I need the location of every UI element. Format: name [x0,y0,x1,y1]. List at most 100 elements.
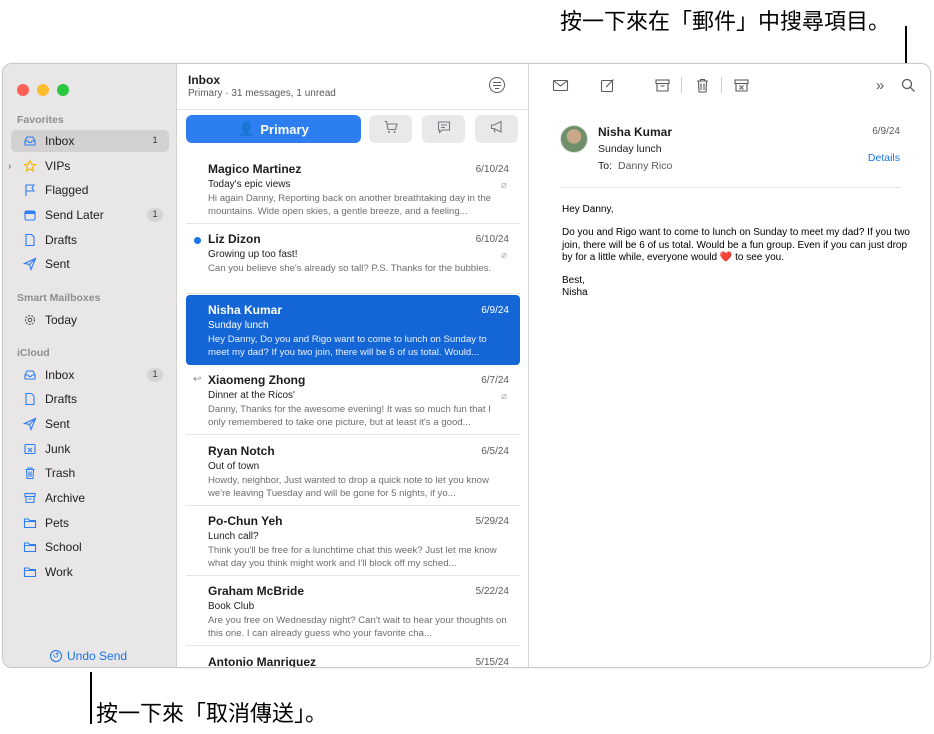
message-row[interactable]: ↩ Xiaomeng Zhong 6/7/24 Dinner at the Ri… [186,365,520,435]
sidebar-item-icloud-inbox[interactable]: Inbox 1 [11,364,169,386]
message-row[interactable]: Antonio Manriquez 5/15/24 [186,647,520,667]
chevron-right-icon[interactable]: › [8,161,11,172]
sidebar-item-icloud-drafts[interactable]: Drafts [11,388,169,410]
message-row[interactable]: Graham McBride 5/22/24 Book Club Are you… [186,576,520,646]
sidebar-item-icloud-archive[interactable]: Archive [11,487,169,509]
sidebar-item-sent[interactable]: Sent [11,253,169,275]
sidebar-item-label: School [45,540,82,554]
body-greeting: Hey Danny, [562,204,614,215]
signature-text: Nisha [562,287,588,299]
zoom-window-button[interactable] [57,84,69,96]
message-date: 6/5/24 [481,446,509,457]
filter-icon[interactable] [489,77,505,93]
envelope-icon[interactable] [551,76,569,94]
reading-pane: » Nisha Kumar Sunday lunch To: Danny Rico… [530,64,930,667]
sidebar-item-school[interactable]: School [11,536,169,558]
message-sender: Graham McBride [208,584,305,598]
gear-icon [23,313,37,327]
document-icon [23,392,37,406]
message-preview: Can you believe she's already so tall? P… [208,263,492,274]
close-window-button[interactable] [17,84,29,96]
sidebar-item-work[interactable]: Work [11,561,169,583]
sidebar-item-label: Drafts [45,233,78,247]
junk-icon[interactable] [732,76,750,94]
tab-updates[interactable] [422,115,465,143]
window-controls [17,84,69,96]
screenshot-stage: 按一下來在「郵件」中搜尋項目。 Favorites Inbox 1 › VIPs [0,0,934,734]
signoff-text: Best, [562,275,585,287]
paperclip-icon: ⌀ [500,180,507,191]
message-body: Hey Danny, Do you and Rigo want to come … [562,204,912,311]
favorites-section-title: Favorites [17,114,64,126]
trash-icon[interactable] [693,76,711,94]
message-date: 6/9/24 [481,305,509,316]
cart-icon [383,119,399,140]
flag-icon [23,183,37,197]
sidebar-item-label: Inbox [45,368,75,382]
unread-count-badge: 1 [152,135,158,146]
folder-icon [23,516,37,530]
replied-arrow-icon: ↩ [193,374,202,385]
person-icon: 👤 [238,121,255,136]
paperplane-icon [23,417,37,431]
message-preview: Hey Danny, Do you and Rigo want to come … [208,334,487,358]
archive-icon [23,491,37,505]
message-row-selected[interactable]: Nisha Kumar 6/9/24 Sunday lunch Hey Dann… [186,295,520,365]
message-row[interactable]: Liz Dizon 6/10/24 Growing up too fast! C… [186,224,520,294]
message-sender: Liz Dizon [208,232,261,246]
sidebar-item-vips[interactable]: › VIPs [8,155,169,177]
message-preview: Are you free on Wednesday night? Can't w… [208,615,507,639]
divider [177,109,528,110]
undo-send-button[interactable]: ↺ Undo Send [50,649,127,663]
message-preview: Danny, Thanks for the awesome evening! I… [208,404,491,428]
sidebar-item-icloud-junk[interactable]: Junk [11,438,169,460]
unread-indicator [194,237,201,244]
compose-icon[interactable] [598,76,616,94]
inbox-icon [23,368,37,382]
message-sender: Xiaomeng Zhong [208,373,306,387]
tab-primary-label: Primary [260,121,309,137]
junk-icon [23,442,37,456]
icloud-section-title: iCloud [17,347,50,359]
body-signoff: Best, Nisha [562,275,912,300]
message-row[interactable]: Magico Martinez 6/10/24 Today's epic vie… [186,154,520,224]
search-icon[interactable] [899,76,917,94]
reader-subject: Sunday lunch [598,143,662,155]
sidebar-item-label: Sent [45,417,70,431]
sidebar-item-pets[interactable]: Pets [11,512,169,534]
unread-count-badge: 1 [147,368,163,382]
sidebar-item-label: Pets [45,516,70,530]
unread-count-badge: 1 [147,208,163,222]
tab-primary[interactable]: 👤 Primary [186,115,361,143]
sidebar-item-inbox[interactable]: Inbox 1 [11,130,169,152]
sidebar-item-label: Junk [45,442,71,456]
message-preview: Hi again Danny, Reporting back on anothe… [208,193,492,217]
sidebar-item-today[interactable]: Today [11,309,169,331]
inbox-icon [23,134,37,148]
paperclip-icon: ⌀ [500,391,507,402]
message-row[interactable]: Ryan Notch 6/5/24 Out of town Howdy, nei… [186,436,520,506]
message-subject: Today's epic views [208,179,291,190]
sidebar-item-flagged[interactable]: Flagged [11,179,169,201]
tab-transactions[interactable] [369,115,412,143]
reader-recipient: To: Danny Rico [598,160,672,172]
toolbar-divider [721,77,722,93]
paperclip-icon: ⌀ [500,250,507,261]
minimize-window-button[interactable] [37,84,49,96]
megaphone-icon [489,119,505,140]
to-value: Danny Rico [618,160,673,172]
message-subject: Growing up too fast! [208,249,298,260]
folder-icon [23,540,37,554]
sidebar-item-send-later[interactable]: Send Later 1 [11,204,169,226]
sidebar: Favorites Inbox 1 › VIPs Flagged Send La… [3,64,177,667]
details-link[interactable]: Details [868,152,900,164]
message-row[interactable]: Po-Chun Yeh 5/29/24 Lunch call? Think yo… [186,506,520,576]
tab-promotions[interactable] [475,115,518,143]
sidebar-item-label: Trash [45,466,76,480]
archive-icon[interactable] [653,76,671,94]
chevron-double-right-icon[interactable]: » [871,76,889,94]
sidebar-item-icloud-sent[interactable]: Sent [11,413,169,435]
undo-icon: ↺ [50,650,62,662]
sidebar-item-drafts[interactable]: Drafts [11,229,169,251]
sidebar-item-icloud-trash[interactable]: Trash [11,462,169,484]
